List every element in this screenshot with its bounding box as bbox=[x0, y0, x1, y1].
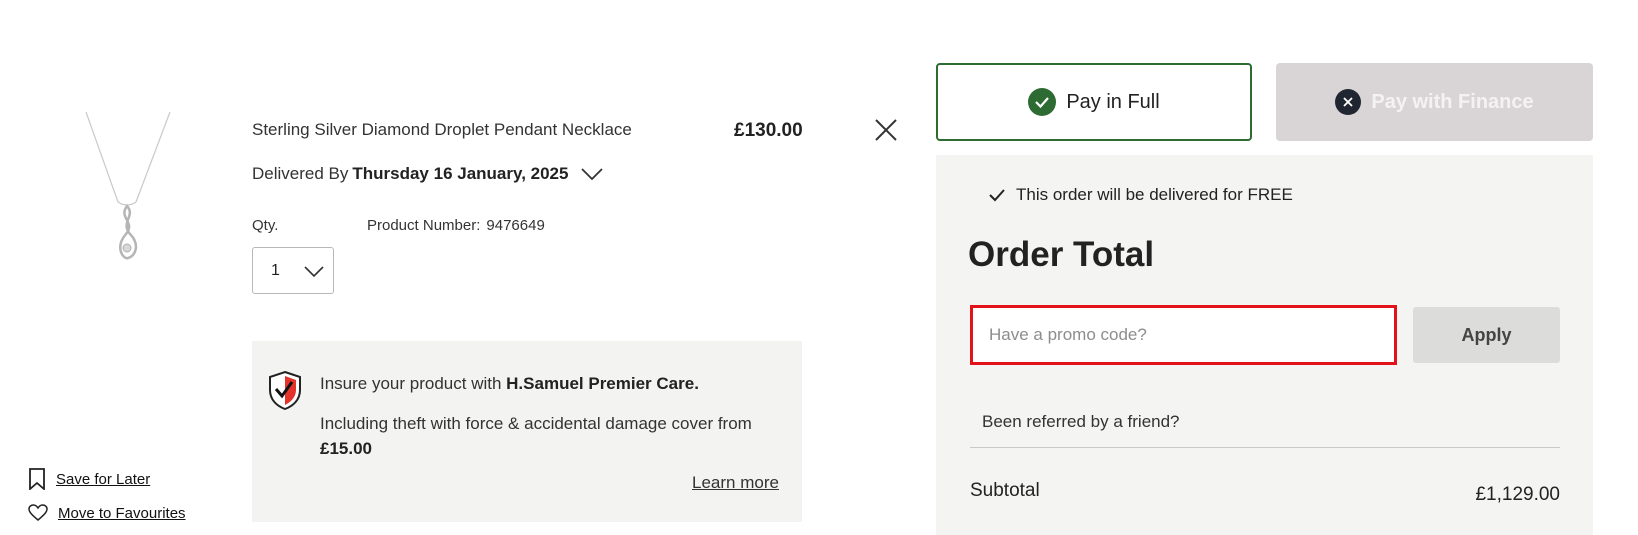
shield-icon bbox=[269, 370, 301, 410]
close-icon[interactable] bbox=[872, 116, 900, 144]
product-title[interactable]: Sterling Silver Diamond Droplet Pendant … bbox=[252, 120, 632, 140]
bookmark-icon bbox=[29, 468, 45, 490]
delivery-prefix: Delivered By bbox=[252, 164, 349, 183]
save-for-later-button[interactable]: Save for Later bbox=[28, 468, 150, 490]
check-icon bbox=[989, 189, 1005, 202]
order-total-heading: Order Total bbox=[968, 235, 1155, 274]
check-circle-icon bbox=[1028, 88, 1057, 116]
insurance-price: £15.00 bbox=[320, 439, 372, 458]
pay-with-finance-option[interactable]: Pay with Finance bbox=[1276, 63, 1593, 141]
referred-by-friend-link[interactable]: Been referred by a friend? bbox=[982, 412, 1180, 432]
chevron-down-icon bbox=[304, 265, 324, 277]
pay-in-full-option[interactable]: Pay in Full bbox=[936, 63, 1252, 141]
learn-more-link[interactable]: Learn more bbox=[692, 473, 779, 493]
free-delivery-text: This order will be delivered for FREE bbox=[1016, 185, 1293, 204]
insurance-description: Including theft with force & accidental … bbox=[320, 411, 780, 461]
insurance-title: Insure your product with H.Samuel Premie… bbox=[320, 374, 699, 394]
product-number: Product Number: 9476649 bbox=[367, 217, 545, 234]
product-price: £130.00 bbox=[734, 120, 803, 141]
heart-icon bbox=[28, 504, 48, 521]
product-number-label: Product Number: bbox=[367, 217, 481, 234]
pay-with-finance-label: Pay with Finance bbox=[1371, 90, 1534, 113]
divider bbox=[970, 447, 1560, 448]
close-circle-icon bbox=[1335, 89, 1362, 115]
chevron-down-icon[interactable] bbox=[580, 162, 604, 186]
quantity-select[interactable]: 1 bbox=[252, 247, 334, 294]
qty-label: Qty. bbox=[252, 217, 279, 234]
pay-in-full-label: Pay in Full bbox=[1066, 90, 1160, 113]
subtotal-label: Subtotal bbox=[970, 480, 1040, 501]
quantity-value: 1 bbox=[271, 261, 280, 279]
delivery-date: Thursday 16 January, 2025 bbox=[352, 164, 569, 183]
product-image[interactable] bbox=[78, 110, 178, 275]
subtotal-value: £1,129.00 bbox=[1475, 484, 1560, 505]
delivery-info: Delivered By Thursday 16 January, 2025 bbox=[252, 162, 604, 186]
product-number-value: 9476649 bbox=[486, 217, 545, 234]
promo-code-input[interactable] bbox=[970, 305, 1397, 365]
move-to-favourites-label: Move to Favourites bbox=[58, 504, 186, 522]
insurance-desc-text: Including theft with force & accidental … bbox=[320, 414, 752, 433]
move-to-favourites-button[interactable]: Move to Favourites bbox=[28, 504, 186, 522]
apply-promo-button[interactable]: Apply bbox=[1413, 307, 1560, 363]
insurance-title-prefix: Insure your product with bbox=[320, 374, 502, 393]
insurance-brand: H.Samuel Premier Care. bbox=[506, 374, 699, 393]
save-for-later-label: Save for Later bbox=[56, 470, 151, 488]
free-delivery-notice: This order will be delivered for FREE bbox=[988, 185, 1293, 205]
